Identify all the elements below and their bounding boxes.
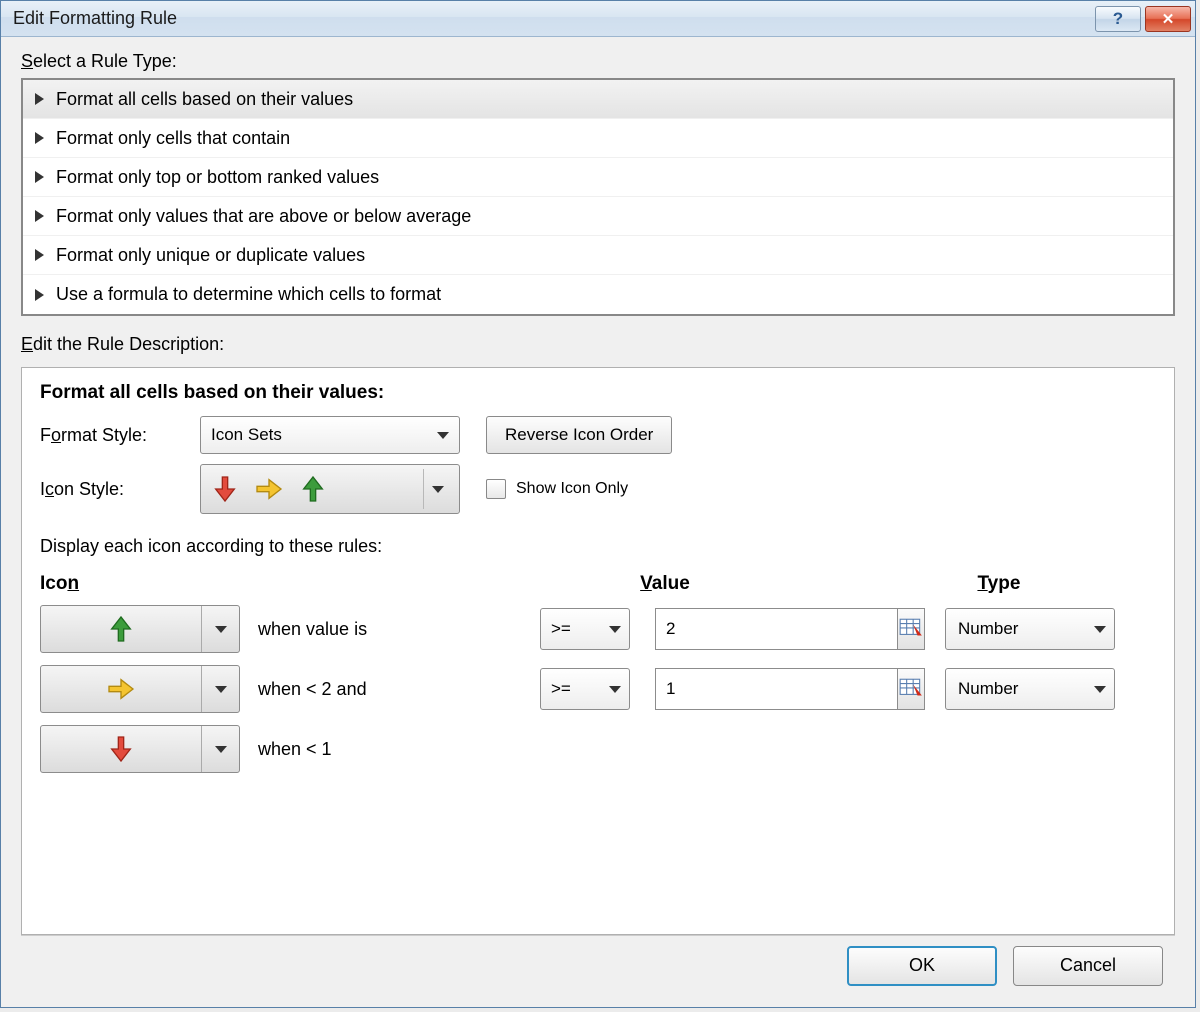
value-input-row1 [655, 608, 925, 650]
triangle-icon [35, 93, 44, 105]
column-icon: Icon [40, 573, 536, 595]
dialog-window: Edit Formatting Rule ? ✕ Select a Rule T… [0, 0, 1196, 1008]
chevron-down-icon [1094, 686, 1106, 693]
dialog-body: Select a Rule Type: Format all cells bas… [1, 37, 1195, 1007]
range-picker-icon [898, 616, 924, 642]
table-row: when value is >= [40, 605, 1156, 653]
range-picker-button[interactable] [897, 608, 925, 650]
rule-type-item[interactable]: Format only cells that contain [23, 119, 1173, 158]
rule-type-item[interactable]: Use a formula to determine which cells t… [23, 275, 1173, 314]
arrow-right-yellow-icon [253, 472, 285, 506]
when-label: when < 2 and [258, 679, 367, 700]
rule-type-item-label: Format only values that are above or bel… [56, 206, 471, 227]
show-icon-only-checkbox[interactable] [486, 479, 506, 499]
column-value: Value [640, 573, 977, 595]
cancel-button[interactable]: Cancel [1013, 946, 1163, 986]
icon-picker-row3[interactable] [40, 725, 240, 773]
range-picker-button[interactable] [897, 668, 925, 710]
arrow-down-red-icon [209, 472, 241, 506]
dialog-footer: OK Cancel [21, 935, 1175, 995]
triangle-icon [35, 132, 44, 144]
rule-type-item[interactable]: Format all cells based on their values [23, 80, 1173, 119]
rule-type-item[interactable]: Format only top or bottom ranked values [23, 158, 1173, 197]
triangle-icon [35, 249, 44, 261]
chevron-down-icon [201, 726, 239, 772]
rule-description-label: Edit the Rule Description: [21, 334, 1175, 355]
help-button[interactable]: ? [1095, 6, 1141, 32]
show-icon-only-label: Show Icon Only [516, 480, 628, 498]
chevron-down-icon [437, 432, 449, 439]
rule-type-item[interactable]: Format only values that are above or bel… [23, 197, 1173, 236]
value-field[interactable] [655, 668, 897, 710]
table-row: when < 1 [40, 725, 1156, 773]
window-buttons: ? ✕ [1095, 6, 1191, 32]
operator-select-row1[interactable]: >= [540, 608, 630, 650]
rule-type-label: Select a Rule Type: [21, 51, 1175, 72]
operator-select-row2[interactable]: >= [540, 668, 630, 710]
chevron-down-icon [201, 606, 239, 652]
range-picker-icon [898, 676, 924, 702]
table-row: when < 2 and >= [40, 665, 1156, 713]
ok-button[interactable]: OK [847, 946, 997, 986]
rule-type-item-label: Format all cells based on their values [56, 89, 353, 110]
dialog-title: Edit Formatting Rule [13, 8, 177, 29]
help-icon: ? [1113, 9, 1123, 29]
close-icon: ✕ [1162, 10, 1175, 28]
icon-style-label: Icon Style: [40, 479, 200, 500]
when-label: when < 1 [258, 739, 332, 760]
type-select-row2[interactable]: Number [945, 668, 1115, 710]
chevron-down-icon [423, 469, 451, 509]
chevron-down-icon [1094, 626, 1106, 633]
rule-type-item[interactable]: Format only unique or duplicate values [23, 236, 1173, 275]
chevron-down-icon [201, 666, 239, 712]
when-label: when value is [258, 619, 367, 640]
rule-type-item-label: Format only cells that contain [56, 128, 290, 149]
chevron-down-icon [609, 686, 621, 693]
format-style-value: Icon Sets [211, 425, 437, 445]
close-button[interactable]: ✕ [1145, 6, 1191, 32]
icon-rules-table: Icon Value Type [40, 573, 1156, 773]
table-header: Icon Value Type [40, 573, 1156, 595]
triangle-icon [35, 210, 44, 222]
triangle-icon [35, 289, 44, 301]
rules-intro-label: Display each icon according to these rul… [40, 536, 1156, 557]
icon-picker-row2[interactable] [40, 665, 240, 713]
rule-type-item-label: Use a formula to determine which cells t… [56, 284, 441, 305]
arrow-up-green-icon [105, 612, 137, 646]
format-style-label: Format Style: [40, 425, 200, 446]
rule-description-title: Format all cells based on their values: [40, 382, 1156, 404]
value-field[interactable] [655, 608, 897, 650]
icon-picker-row1[interactable] [40, 605, 240, 653]
type-select-row1[interactable]: Number [945, 608, 1115, 650]
reverse-icon-order-button[interactable]: Reverse Icon Order [486, 416, 672, 454]
format-style-select[interactable]: Icon Sets [200, 416, 460, 454]
arrow-right-yellow-icon [105, 672, 137, 706]
chevron-down-icon [609, 626, 621, 633]
triangle-icon [35, 171, 44, 183]
rule-description-box: Format all cells based on their values: … [21, 367, 1175, 935]
rule-type-item-label: Format only unique or duplicate values [56, 245, 365, 266]
arrow-down-red-icon [105, 732, 137, 766]
rule-type-item-label: Format only top or bottom ranked values [56, 167, 379, 188]
arrow-up-green-icon [297, 472, 329, 506]
value-input-row2 [655, 668, 925, 710]
rule-type-list: Format all cells based on their values F… [21, 78, 1175, 316]
icon-style-select[interactable] [200, 464, 460, 514]
titlebar: Edit Formatting Rule ? ✕ [1, 1, 1195, 37]
column-type: Type [977, 573, 1156, 595]
